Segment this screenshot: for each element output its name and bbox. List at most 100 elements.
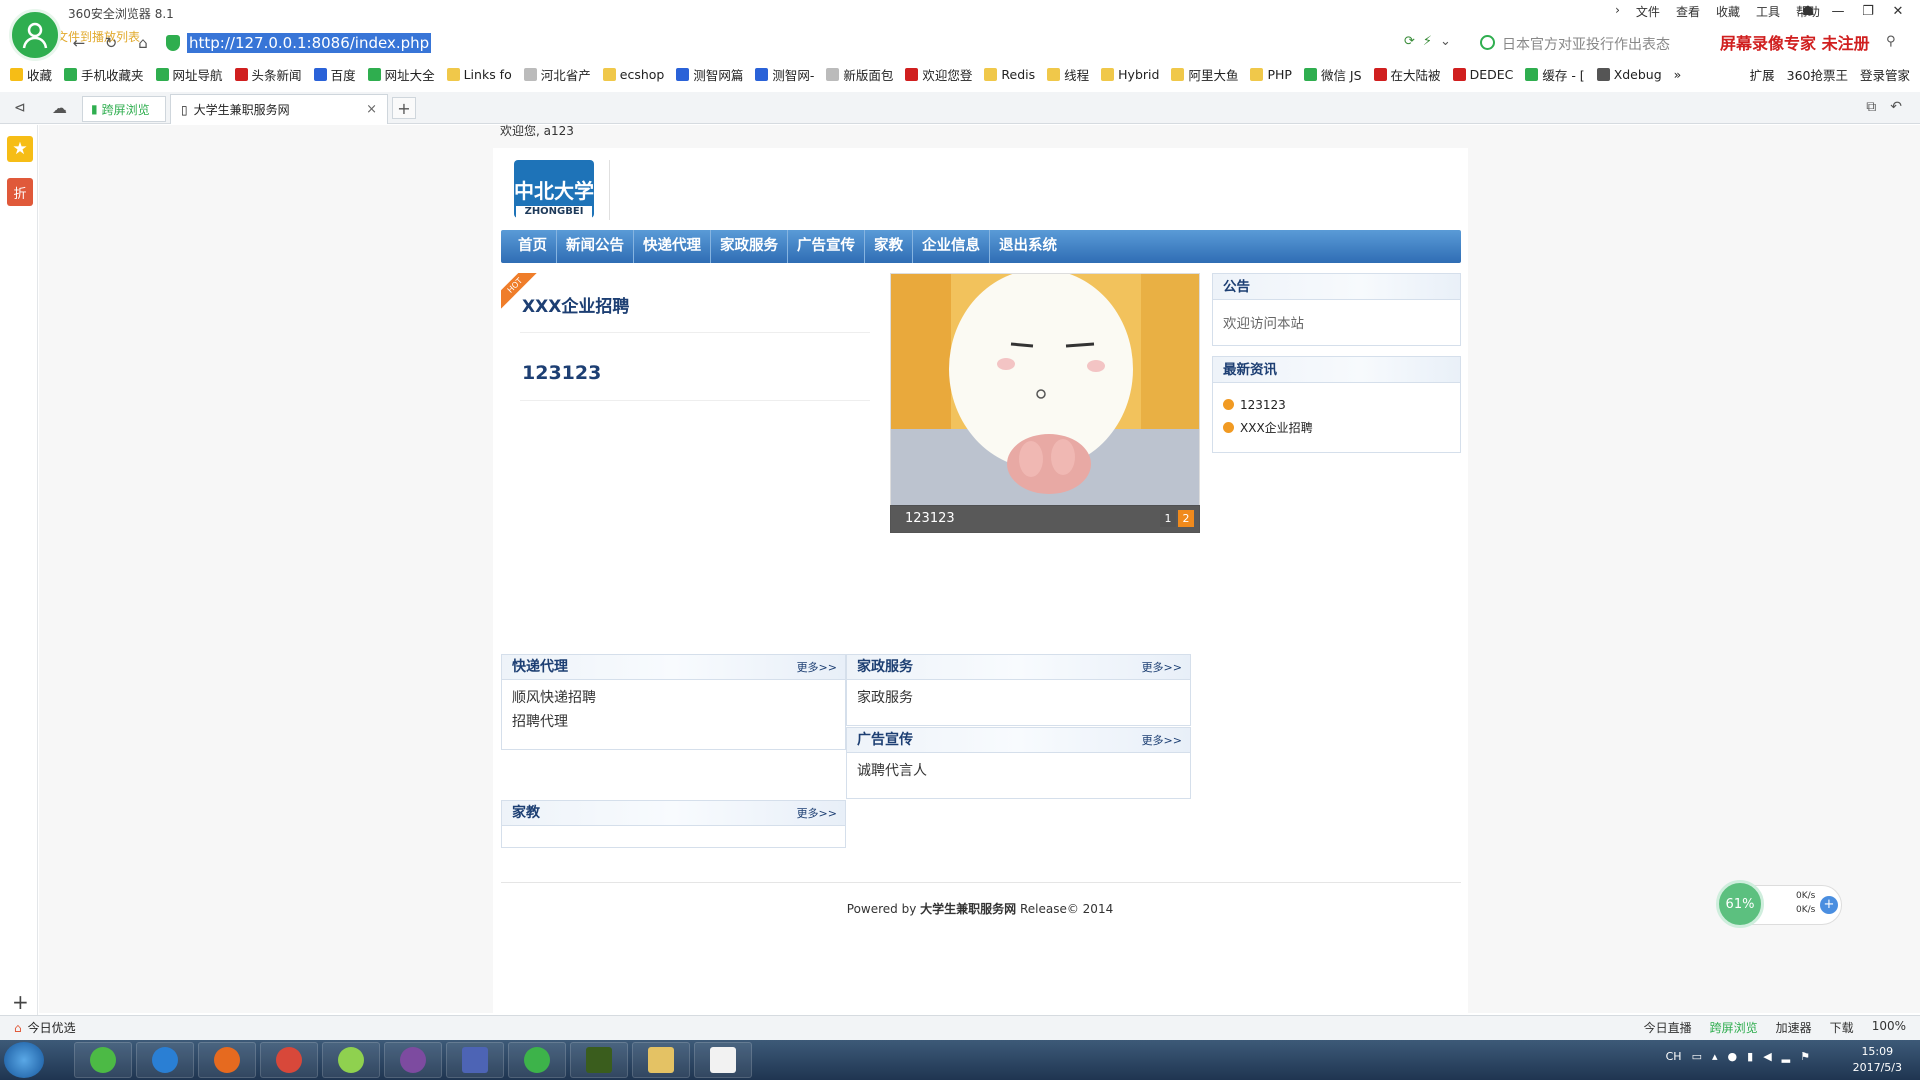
bookmark-item[interactable]: 在大陆被 — [1373, 65, 1441, 84]
nav-express[interactable]: 快递代理 — [634, 230, 711, 263]
menu-file[interactable]: 文件 — [1636, 3, 1660, 20]
tab-active[interactable]: ▯ 大学生兼职服务网 × — [170, 94, 388, 124]
extensions-button[interactable]: 扩展 — [1750, 65, 1775, 84]
download-link[interactable]: 下载 — [1830, 1019, 1854, 1036]
slide-page-2[interactable]: 2 — [1178, 510, 1194, 527]
login-manager-button[interactable]: 登录管家 — [1860, 65, 1910, 84]
slide-page-1[interactable]: 1 — [1160, 510, 1176, 527]
nav-ads[interactable]: 广告宣传 — [788, 230, 865, 263]
nav-housekeeping[interactable]: 家政服务 — [711, 230, 788, 263]
bookmark-item[interactable]: 测智网- — [755, 65, 814, 84]
taskbar-360-browser[interactable] — [74, 1042, 132, 1078]
new-tab-button[interactable]: + — [392, 97, 416, 119]
featured-item-2[interactable]: 123123 — [522, 362, 601, 384]
net-speed-percent[interactable]: 61% — [1716, 880, 1764, 928]
bookmark-item[interactable]: 微信 JS — [1303, 65, 1362, 84]
ticket-button[interactable]: 360抢票王 — [1787, 65, 1848, 84]
user-avatar-icon[interactable] — [9, 9, 61, 61]
tutor-more-link[interactable]: 更多>> — [797, 801, 837, 826]
housekeeping-more-link[interactable]: 更多>> — [1142, 655, 1182, 680]
slideshow-caption[interactable]: 123123 — [905, 511, 955, 526]
tab-list-icon[interactable]: ⊲ — [14, 100, 26, 116]
nav-logout[interactable]: 退出系统 — [990, 230, 1066, 263]
undo-close-icon[interactable]: ↶ — [1890, 99, 1902, 115]
bookmark-item[interactable]: 网址导航 — [155, 65, 223, 84]
bookmark-item[interactable]: 线程 — [1047, 65, 1089, 84]
taskbar-avatar-app[interactable] — [384, 1042, 442, 1078]
maximize-button[interactable]: ❐ — [1854, 1, 1882, 21]
bookmark-item[interactable]: Hybrid — [1101, 67, 1159, 82]
taskbar-dreamweaver[interactable] — [570, 1042, 628, 1078]
tab-close-icon[interactable]: × — [366, 102, 377, 117]
search-input[interactable]: 日本官方对亚投行作出表态 — [1502, 34, 1670, 54]
express-item[interactable]: 招聘代理 — [512, 710, 845, 734]
start-button[interactable] — [4, 1042, 44, 1078]
bookmark-item[interactable]: ecshop — [602, 67, 664, 82]
cross-screen-link[interactable]: 跨屏浏览 — [1710, 1019, 1758, 1036]
bookmark-item[interactable]: DEDEC — [1452, 67, 1513, 82]
news-item[interactable]: XXX企业招聘 — [1213, 416, 1460, 439]
tab-split-browse[interactable]: ▮ 跨屏浏览 — [82, 96, 166, 122]
accelerator-link[interactable]: 加速器 — [1776, 1019, 1812, 1036]
bookmark-item[interactable]: Redis — [984, 67, 1035, 82]
featured-item-1[interactable]: XXX企业招聘 — [522, 292, 629, 317]
discount-icon[interactable]: 折 — [7, 178, 33, 206]
ads-item[interactable]: 诚聘代言人 — [857, 759, 1190, 783]
bookmark-item[interactable]: 百度 — [313, 65, 356, 84]
nav-home[interactable]: 首页 — [509, 230, 557, 263]
menu-view[interactable]: 查看 — [1676, 3, 1700, 20]
today-picks-link[interactable]: 今日优选 — [28, 1019, 76, 1036]
net-boost-plus-icon[interactable]: + — [1820, 896, 1838, 914]
express-item[interactable]: 顺风快递招聘 — [512, 686, 845, 710]
skin-icon[interactable]: ☗ — [1794, 1, 1822, 21]
bookmark-item[interactable]: 欢迎您登 — [905, 65, 972, 84]
ads-more-link[interactable]: 更多>> — [1142, 728, 1182, 753]
refresh-icon[interactable]: ↻ — [100, 32, 122, 54]
taskbar-green-app[interactable] — [508, 1042, 566, 1078]
minimize-button[interactable]: — — [1824, 1, 1852, 21]
bookmark-item[interactable]: 测智网篇 — [676, 65, 743, 84]
bookmark-item[interactable]: Links fo — [446, 67, 512, 82]
zoom-level[interactable]: 100% — [1872, 1019, 1906, 1036]
nav-company[interactable]: 企业信息 — [913, 230, 990, 263]
taskbar-chrome[interactable] — [260, 1042, 318, 1078]
compat-mode-icon[interactable]: ⟳ — [1404, 34, 1415, 49]
nav-tutor[interactable]: 家教 — [865, 230, 913, 263]
taskbar-firefox[interactable] — [198, 1042, 256, 1078]
tray-expand-icon[interactable]: ▴ — [1712, 1050, 1718, 1063]
qq-icon[interactable]: ● — [1728, 1050, 1738, 1063]
taskbar-recorder[interactable] — [694, 1042, 752, 1078]
live-link[interactable]: 今日直播 — [1644, 1019, 1692, 1036]
add-sidebar-icon[interactable]: + — [12, 990, 29, 1014]
news-item[interactable]: 123123 — [1213, 393, 1460, 416]
favorites-star-icon[interactable]: ★ — [7, 136, 33, 162]
dropdown-chevron-icon[interactable]: ⌄ — [1440, 34, 1451, 49]
taskbar-k-app[interactable] — [136, 1042, 194, 1078]
slideshow[interactable] — [890, 273, 1200, 533]
bookmark-item[interactable]: 网址大全 — [367, 65, 435, 84]
restore-tabs-icon[interactable]: ⧉ — [1866, 99, 1876, 115]
signal-icon[interactable]: ▂ — [1782, 1050, 1790, 1063]
input-language[interactable]: CH — [1666, 1050, 1682, 1063]
search-engine-icon[interactable] — [1480, 35, 1495, 50]
bookmark-item[interactable]: 河北省产 — [523, 65, 591, 84]
bookmark-item[interactable]: PHP — [1250, 67, 1292, 82]
search-icon[interactable]: ⚲ — [1886, 34, 1896, 49]
network-icon[interactable]: ▮ — [1747, 1050, 1753, 1063]
menu-tools[interactable]: 工具 — [1756, 3, 1780, 20]
nav-news[interactable]: 新闻公告 — [557, 230, 634, 263]
cloud-icon[interactable]: ☁ — [52, 99, 67, 117]
menu-favorites[interactable]: 收藏 — [1716, 3, 1740, 20]
back-arrow-icon[interactable]: ← — [68, 32, 90, 54]
taskbar-explorer[interactable] — [632, 1042, 690, 1078]
menu-chevron-icon[interactable]: › — [1615, 3, 1620, 20]
bookmark-item[interactable]: 新版面包 — [826, 65, 893, 84]
express-more-link[interactable]: 更多>> — [797, 655, 837, 680]
close-button[interactable]: ✕ — [1884, 1, 1912, 21]
volume-icon[interactable]: ◀ — [1763, 1050, 1771, 1063]
bookmark-item[interactable]: 收藏 — [10, 65, 52, 84]
bookmark-item[interactable]: 头条新闻 — [234, 65, 302, 84]
speed-mode-icon[interactable]: ⚡ — [1423, 34, 1432, 49]
url-input[interactable]: http://127.0.0.1:8086/index.php — [187, 33, 432, 53]
bookmark-item[interactable]: Xdebug — [1596, 67, 1662, 82]
